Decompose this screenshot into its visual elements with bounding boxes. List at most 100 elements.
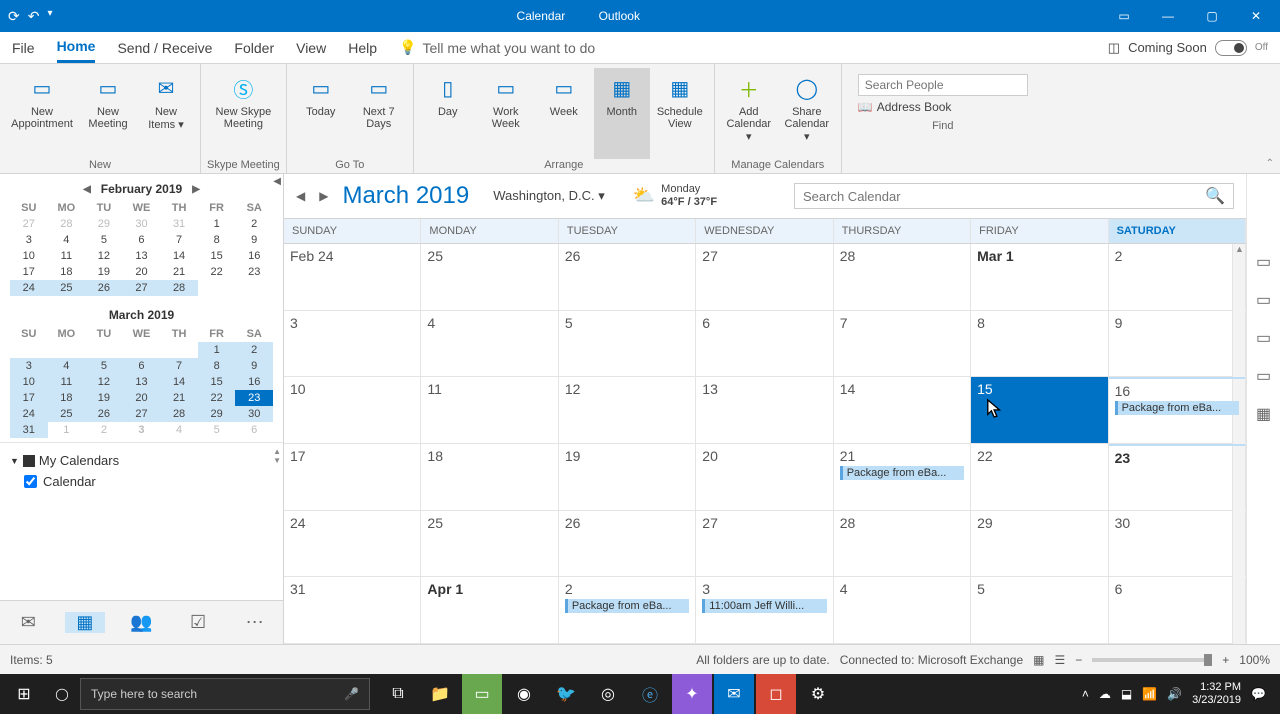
- calendar-cell[interactable]: 2Package from eBa...: [559, 577, 696, 643]
- taskbar-clock[interactable]: 1:32 PM 3/23/2019: [1192, 681, 1241, 707]
- refresh-icon[interactable]: ⟳: [8, 8, 20, 25]
- mini-day[interactable]: 13: [123, 248, 161, 264]
- calendar-cell[interactable]: 13: [696, 377, 833, 443]
- mini-day[interactable]: 17: [10, 264, 48, 280]
- calendar-cell[interactable]: 10: [284, 377, 421, 443]
- zoom-slider[interactable]: [1092, 658, 1212, 662]
- tab-folder[interactable]: Folder: [234, 34, 274, 62]
- calendar-cell[interactable]: 8: [971, 311, 1108, 377]
- mini-day[interactable]: 24: [10, 280, 48, 296]
- mini-day[interactable]: 14: [160, 248, 198, 264]
- tray-volume-icon[interactable]: 🔊: [1167, 687, 1182, 701]
- calendar-event[interactable]: Package from eBa...: [1115, 401, 1239, 415]
- start-button[interactable]: ⊞: [4, 674, 44, 714]
- calendar-cell[interactable]: 15: [971, 377, 1108, 443]
- calendar-item[interactable]: Calendar: [10, 472, 273, 491]
- more-icon[interactable]: ⋯: [235, 612, 275, 633]
- calendar-cell[interactable]: 24: [284, 511, 421, 577]
- calendar-checkbox[interactable]: [24, 475, 37, 488]
- mini-day[interactable]: 12: [85, 248, 123, 264]
- mini-day[interactable]: 29: [198, 406, 236, 422]
- app-bird-icon[interactable]: 🐦: [546, 674, 586, 714]
- mini-day[interactable]: 5: [85, 232, 123, 248]
- mini-day[interactable]: 9: [235, 358, 273, 374]
- mini-day[interactable]: 11: [48, 248, 86, 264]
- mini-day[interactable]: 27: [10, 216, 48, 232]
- calendar-cell[interactable]: 6: [1109, 577, 1246, 643]
- calendar-cell[interactable]: 21Package from eBa...: [834, 444, 971, 510]
- mini-day[interactable]: 1: [198, 342, 236, 358]
- weather-widget[interactable]: ⛅ Monday 64°F / 37°F: [619, 183, 717, 209]
- tab-file[interactable]: File: [12, 34, 35, 62]
- tray-network-icon[interactable]: 📶: [1142, 687, 1157, 701]
- mini-day[interactable]: 26: [85, 406, 123, 422]
- next-7-days-button[interactable]: ▭ Next 7 Days: [351, 68, 407, 159]
- new-items-button[interactable]: ✉ New Items ▾: [138, 68, 194, 159]
- work-week-button[interactable]: ▭WorkWeek: [478, 68, 534, 159]
- zoom-out-icon[interactable]: −: [1075, 653, 1082, 667]
- calendar-cell[interactable]: 29: [971, 511, 1108, 577]
- day-button[interactable]: ▯Day: [420, 68, 476, 159]
- tell-me-search[interactable]: 💡 Tell me what you want to do: [399, 39, 595, 56]
- mini-day[interactable]: 8: [198, 358, 236, 374]
- peek-day-icon[interactable]: ▭: [1256, 252, 1271, 272]
- mini-day[interactable]: 29: [85, 216, 123, 232]
- calendar-cell[interactable]: 30: [1109, 511, 1246, 577]
- mini-day[interactable]: 30: [235, 406, 273, 422]
- calendar-cell[interactable]: 12: [559, 377, 696, 443]
- mini-day[interactable]: 23: [235, 390, 273, 406]
- tab-home[interactable]: Home: [57, 32, 96, 63]
- search-icon[interactable]: 🔍: [1205, 186, 1225, 206]
- mini-day[interactable]: 2: [235, 216, 273, 232]
- scroll-up-icon[interactable]: ▲: [273, 447, 281, 456]
- skype-meeting-button[interactable]: Ⓢ New Skype Meeting: [207, 68, 279, 159]
- mini-day[interactable]: 6: [235, 422, 273, 438]
- mini-day[interactable]: 7: [160, 358, 198, 374]
- mini-day[interactable]: 16: [235, 374, 273, 390]
- peek-month-icon[interactable]: ▦: [1256, 404, 1271, 424]
- mini-day[interactable]: 15: [198, 374, 236, 390]
- edge-icon[interactable]: ⓔ: [630, 674, 670, 714]
- mini-day[interactable]: 4: [48, 358, 86, 374]
- maximize-icon[interactable]: ▢: [1192, 9, 1232, 23]
- search-people-input[interactable]: [858, 74, 1028, 96]
- address-book-button[interactable]: 📖Address Book: [858, 100, 1028, 114]
- mini-day[interactable]: 22: [198, 390, 236, 406]
- calendar-cell[interactable]: Apr 1: [421, 577, 558, 643]
- calendar-cell[interactable]: 16Package from eBa...: [1109, 377, 1246, 443]
- next-month-icon[interactable]: ▶: [188, 184, 204, 195]
- app-red-icon[interactable]: ◻: [756, 674, 796, 714]
- mini-day[interactable]: 13: [123, 374, 161, 390]
- mail-icon[interactable]: ✉: [8, 612, 48, 633]
- mini-day[interactable]: 26: [85, 280, 123, 296]
- schedule-view-button[interactable]: ▦ScheduleView: [652, 68, 708, 159]
- mini-day[interactable]: 25: [48, 280, 86, 296]
- mini-day[interactable]: 20: [123, 264, 161, 280]
- mini-day[interactable]: 3: [123, 422, 161, 438]
- mini-day[interactable]: 3: [10, 358, 48, 374]
- mini-day[interactable]: 31: [160, 216, 198, 232]
- calendar-cell[interactable]: 18: [421, 444, 558, 510]
- calendar-cell[interactable]: 19: [559, 444, 696, 510]
- calendar-cell[interactable]: 31: [284, 577, 421, 643]
- mini-day[interactable]: 4: [48, 232, 86, 248]
- mini-day[interactable]: 27: [123, 406, 161, 422]
- mini-day[interactable]: 9: [235, 232, 273, 248]
- mini-day[interactable]: 1: [48, 422, 86, 438]
- new-meeting-button[interactable]: ▭ New Meeting: [80, 68, 136, 159]
- zoom-in-icon[interactable]: +: [1222, 653, 1229, 667]
- mini-day[interactable]: [235, 280, 273, 296]
- tab-help[interactable]: Help: [348, 34, 377, 62]
- minimize-icon[interactable]: —: [1148, 9, 1188, 23]
- mini-day[interactable]: 21: [160, 390, 198, 406]
- mini-day[interactable]: 31: [10, 422, 48, 438]
- calendar-nav-icon[interactable]: ▦: [65, 612, 105, 633]
- collapse-ribbon-icon[interactable]: ⌃: [1266, 158, 1274, 169]
- mini-day[interactable]: 28: [160, 280, 198, 296]
- calendar-cell[interactable]: 17: [284, 444, 421, 510]
- search-calendar[interactable]: 🔍: [794, 183, 1234, 209]
- calendar-cell[interactable]: 26: [559, 511, 696, 577]
- calendar-cell[interactable]: 26: [559, 244, 696, 310]
- calendar-event[interactable]: Package from eBa...: [840, 466, 964, 480]
- mini-day[interactable]: 24: [10, 406, 48, 422]
